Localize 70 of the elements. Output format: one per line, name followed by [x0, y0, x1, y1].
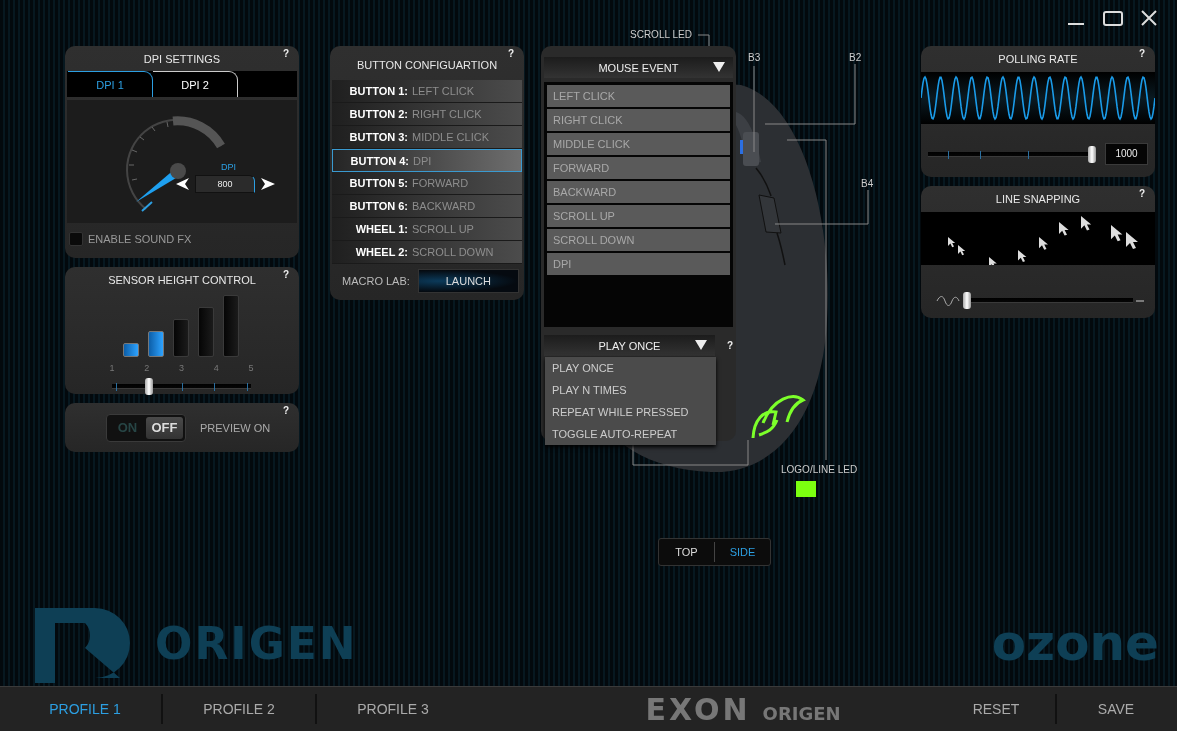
caret-icon [713, 62, 725, 72]
help-icon[interactable]: ? [282, 48, 289, 59]
dpi-tab[interactable]: DPI 2 [153, 71, 238, 97]
button-mapping-row[interactable]: BUTTON 2: RIGHT CLICK [332, 103, 522, 126]
brand-logo-text: ORIGEN [762, 702, 841, 724]
slider-thumb[interactable] [144, 378, 153, 395]
panel-title: SENSOR HEIGHT CONTROL [107, 273, 257, 288]
panel-title: POLLING RATE [997, 52, 1079, 67]
callout-label: B2 [849, 52, 862, 63]
tick-label: 2 [143, 363, 151, 373]
reset-button[interactable]: RESET [937, 687, 1055, 731]
right-arrow-icon[interactable] [261, 178, 275, 190]
callout-label: SCROLL LED [630, 29, 692, 40]
caret-icon [694, 340, 707, 350]
callout-label: B3 [748, 52, 761, 63]
launch-button[interactable]: LAUNCH [417, 269, 519, 293]
preview-label: PREVIEW ON [200, 421, 271, 434]
callout-label: LOGO/LINE LED [781, 464, 858, 475]
help-icon[interactable]: ? [726, 340, 733, 351]
tick-label: 1 [108, 363, 116, 373]
callout-label: B4 [861, 178, 874, 189]
panel-title: LINE SNAPPING [994, 192, 1082, 207]
menu-item[interactable]: TOGGLE AUTO-REPEAT [545, 423, 716, 445]
tick-label: 3 [178, 363, 185, 373]
maximize-icon[interactable] [1103, 10, 1123, 26]
macro-lab-label: MACRO LAB: [342, 275, 410, 287]
wave-icon [936, 294, 960, 307]
button-mapping-row[interactable]: BUTTON 4: DPI [332, 149, 522, 172]
menu-item[interactable]: PLAY N TIMES [545, 379, 716, 401]
dpi-value-field[interactable]: 800 [195, 175, 255, 193]
help-icon[interactable]: ? [1138, 48, 1145, 59]
checkbox[interactable] [69, 232, 83, 246]
button-mapping-row[interactable]: BUTTON 3: MIDDLE CLICK [332, 126, 522, 149]
profile-tab[interactable]: PROFILE 1 [9, 687, 161, 731]
panel-title: DPI SETTINGS [142, 52, 222, 67]
profile-tab[interactable]: PROFILE 2 [163, 687, 315, 731]
save-button[interactable]: SAVE [1057, 687, 1175, 731]
polling-rate-field[interactable]: 1000 [1105, 143, 1148, 165]
menu-item[interactable]: PLAY ONCE [545, 357, 716, 379]
button-mapping-row[interactable]: BUTTON 5: FORWARD [332, 172, 522, 195]
left-arrow-icon[interactable] [176, 178, 189, 190]
product-logo-text: EXON [645, 691, 751, 727]
help-icon[interactable]: ? [282, 405, 289, 416]
close-icon[interactable] [1141, 10, 1157, 26]
led-color-swatch[interactable] [796, 481, 816, 497]
help-icon[interactable]: ? [282, 269, 289, 280]
button-mapping-row[interactable]: BUTTON 1: LEFT CLICK [332, 80, 522, 103]
button-mapping-row[interactable]: WHEEL 1: SCROLL UP [332, 218, 522, 241]
slider-thumb[interactable] [1088, 145, 1096, 163]
slider-thumb[interactable] [963, 292, 971, 309]
brand-logo-text: ozone [991, 614, 1159, 672]
help-icon[interactable]: ? [507, 48, 514, 59]
repeat-mode-dropdown[interactable]: PLAY ONCE [544, 335, 715, 356]
dpi-tab[interactable]: DPI 1 [68, 71, 153, 97]
view-tab[interactable]: SIDE [714, 542, 770, 562]
dpi-label: DPI [221, 162, 236, 172]
brand-logo-text: ORIGEN [155, 617, 358, 669]
menu-item[interactable]: REPEAT WHILE PRESSED [545, 401, 716, 423]
button-mapping-row[interactable]: WHEEL 2: SCROLL DOWN [332, 241, 522, 264]
view-tab[interactable]: TOP [659, 542, 714, 562]
tick-label: 5 [247, 363, 255, 373]
mouse-event-dropdown[interactable]: MOUSE EVENT [544, 57, 733, 78]
panel-title: BUTTON CONFIGUARTION [356, 58, 498, 73]
leader-line [697, 34, 710, 47]
profile-tab[interactable]: PROFILE 3 [317, 687, 469, 731]
help-icon[interactable]: ? [1138, 188, 1145, 199]
minus-icon [1136, 298, 1144, 303]
button-mapping-row[interactable]: BUTTON 6: BACKWARD [332, 195, 522, 218]
checkbox-label: ENABLE SOUND FX [88, 233, 192, 245]
tick-label: 4 [212, 363, 220, 373]
